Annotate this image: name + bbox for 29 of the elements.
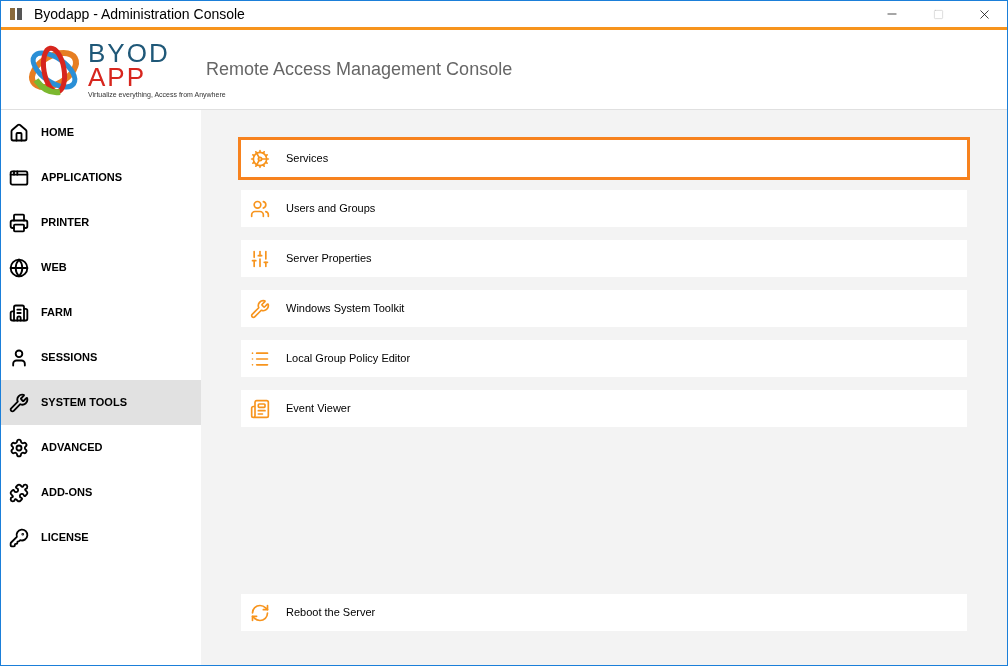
- tool-item[interactable]: Users and Groups: [241, 190, 967, 227]
- sliders-icon: [250, 248, 270, 269]
- tool-item[interactable]: Local Group Policy Editor: [241, 340, 967, 377]
- printer-icon: [9, 212, 29, 233]
- refresh-icon: [250, 602, 270, 623]
- window-icon: [9, 167, 29, 188]
- sidebar-item[interactable]: SYSTEM TOOLS: [1, 380, 201, 425]
- document-stack-icon: [250, 398, 270, 419]
- key-icon: [9, 527, 29, 548]
- settings-icon: [9, 437, 29, 458]
- tool-item[interactable]: Event Viewer: [241, 390, 967, 427]
- wrench-icon: [9, 392, 29, 413]
- globe-icon: [9, 257, 29, 278]
- tool-item[interactable]: Windows System Toolkit: [241, 290, 967, 327]
- logo-text: BYOD: [88, 41, 171, 65]
- person-icon: [9, 347, 29, 368]
- console-title: Remote Access Management Console: [206, 58, 513, 81]
- building-icon: [9, 302, 29, 323]
- puzzle-icon: [9, 482, 29, 503]
- tool-item[interactable]: Services: [238, 137, 970, 180]
- window-title: Byodapp - Administration Console: [34, 4, 245, 24]
- wrench-icon: [250, 298, 270, 319]
- app-icon: [8, 6, 24, 22]
- home-icon: [9, 122, 29, 143]
- tool-item[interactable]: Server Properties: [241, 240, 967, 277]
- maximize-icon: [932, 8, 944, 20]
- users-icon: [250, 198, 270, 219]
- reboot-item[interactable]: Reboot the Server: [241, 594, 967, 631]
- gear-icon: [250, 148, 270, 169]
